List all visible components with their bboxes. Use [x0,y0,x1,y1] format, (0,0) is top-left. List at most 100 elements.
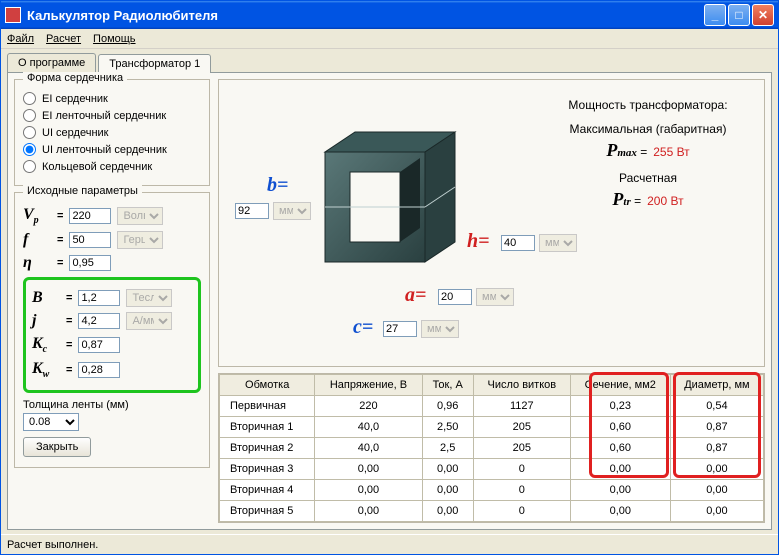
titlebar: Калькулятор Радиолюбителя _ □ ✕ [1,1,778,29]
input-dim-h[interactable] [501,235,535,251]
unit-vp[interactable]: Вольт [117,207,163,225]
power-calc-label: Расчетная [538,171,758,185]
sym-j: j [32,312,60,330]
table-cell: 0,96 [422,396,473,417]
table-row: Вторичная 140,02,502050,600,87 [220,417,764,438]
table-header: Обмотка [220,375,315,396]
table-cell: 0,87 [670,438,763,459]
highlight-params: B = Тесла j = А/мм2 Kc = [23,277,201,392]
radio-ring[interactable]: Кольцевой сердечник [23,160,201,173]
table-cell: 2,5 [422,438,473,459]
table-cell: Вторичная 1 [220,417,315,438]
power-max-label: Максимальная (габаритная) [538,122,758,136]
table-cell: 1127 [473,396,570,417]
ptr-value: 200 Вт [647,194,683,208]
menubar: Файл Расчет Помощь [1,29,778,49]
app-icon [5,7,21,23]
radio-ui[interactable]: UI сердечник [23,126,201,139]
table-row: Вторичная 50,000,0000,000,00 [220,501,764,522]
input-B[interactable] [78,290,120,306]
sym-b: B [32,289,60,307]
table-header: Сечение, мм2 [570,375,670,396]
unit-dim-b[interactable]: мм [273,202,311,220]
table-cell: Вторичная 4 [220,480,315,501]
pmax-value: 255 Вт [653,145,689,159]
statusbar: Расчет выполнен. [1,534,778,554]
table-cell: 0,00 [315,480,422,501]
table-cell: Вторичная 5 [220,501,315,522]
input-vp[interactable] [69,208,111,224]
input-f[interactable] [69,232,111,248]
table-cell: 0,00 [670,480,763,501]
menu-calc[interactable]: Расчет [46,33,81,45]
unit-f[interactable]: Герц [117,231,163,249]
close-button-form[interactable]: Закрыть [23,437,91,457]
table-cell: 220 [315,396,422,417]
table-cell: 0,00 [670,501,763,522]
tab-panel: Форма сердечника EI сердечник EI ленточн… [7,72,772,530]
power-title: Мощность трансформатора: [538,98,758,112]
table-cell: 0,87 [670,417,763,438]
table-cell: Вторичная 2 [220,438,315,459]
table-cell: 40,0 [315,438,422,459]
maximize-button[interactable]: □ [728,4,750,26]
table-cell: 0,00 [670,459,763,480]
power-block: Мощность трансформатора: Максимальная (г… [538,86,758,360]
table-cell: 0,23 [570,396,670,417]
table-header: Напряжение, В [315,375,422,396]
tape-select[interactable]: 0.08 [23,413,79,431]
radio-ei-tape[interactable]: EI ленточный сердечник [23,109,201,122]
table-row: Вторичная 40,000,0000,000,00 [220,480,764,501]
table-cell: 2,50 [422,417,473,438]
tabstrip: О программе Трансформатор 1 [1,49,778,72]
core-form-group: Форма сердечника EI сердечник EI ленточн… [14,79,210,186]
unit-dim-c[interactable]: мм [421,320,459,338]
winding-table-wrap: ОбмоткаНапряжение, ВТок, АЧисло витковСе… [218,373,765,523]
table-cell: 0,00 [422,459,473,480]
status-text: Расчет выполнен. [7,539,98,551]
tab-transformer1[interactable]: Трансформатор 1 [98,54,211,73]
input-kc[interactable] [78,337,120,353]
tape-label: Толщина ленты (мм) [23,399,201,411]
input-kw[interactable] [78,362,120,378]
unit-dim-h[interactable]: мм [539,234,577,252]
radio-ui-tape[interactable]: UI ленточный сердечник [23,143,201,156]
table-cell: 0,60 [570,417,670,438]
sym-eta: η [23,254,51,272]
table-cell: 0,60 [570,438,670,459]
sym-ptr: Ptr [612,189,630,209]
unit-B[interactable]: Тесла [126,289,172,307]
table-cell: 0 [473,480,570,501]
dim-c-label: c= [353,316,373,339]
input-dim-a[interactable] [438,289,472,305]
table-header: Диаметр, мм [670,375,763,396]
unit-j[interactable]: А/мм2 [126,312,172,330]
input-dim-c[interactable] [383,321,417,337]
window-title: Калькулятор Радиолюбителя [27,8,218,23]
tab-about[interactable]: О программе [7,53,96,72]
close-button[interactable]: ✕ [752,4,774,26]
core-form-legend: Форма сердечника [23,72,127,84]
table-cell: 205 [473,417,570,438]
input-dim-b[interactable] [235,203,269,219]
sym-kc: Kc [32,335,60,355]
table-row: Вторичная 240,02,52050,600,87 [220,438,764,459]
sym-f: f [23,231,51,249]
menu-file[interactable]: Файл [7,33,34,45]
table-cell: 0,00 [315,459,422,480]
table-header: Ток, А [422,375,473,396]
minimize-button[interactable]: _ [704,4,726,26]
table-cell: 0,00 [570,501,670,522]
menu-help[interactable]: Помощь [93,33,136,45]
dim-h-label: h= [467,230,490,253]
unit-dim-a[interactable]: мм [476,288,514,306]
input-j[interactable] [78,313,120,329]
params-group: Исходные параметры Vp = Вольт f = Герц η… [14,192,210,468]
table-cell: Вторичная 3 [220,459,315,480]
radio-ei[interactable]: EI сердечник [23,92,201,105]
table-cell: 0,00 [422,480,473,501]
table-row: Вторичная 30,000,0000,000,00 [220,459,764,480]
input-eta[interactable] [69,255,111,271]
table-cell: 0 [473,501,570,522]
sym-pmax: Pmax [606,140,637,160]
